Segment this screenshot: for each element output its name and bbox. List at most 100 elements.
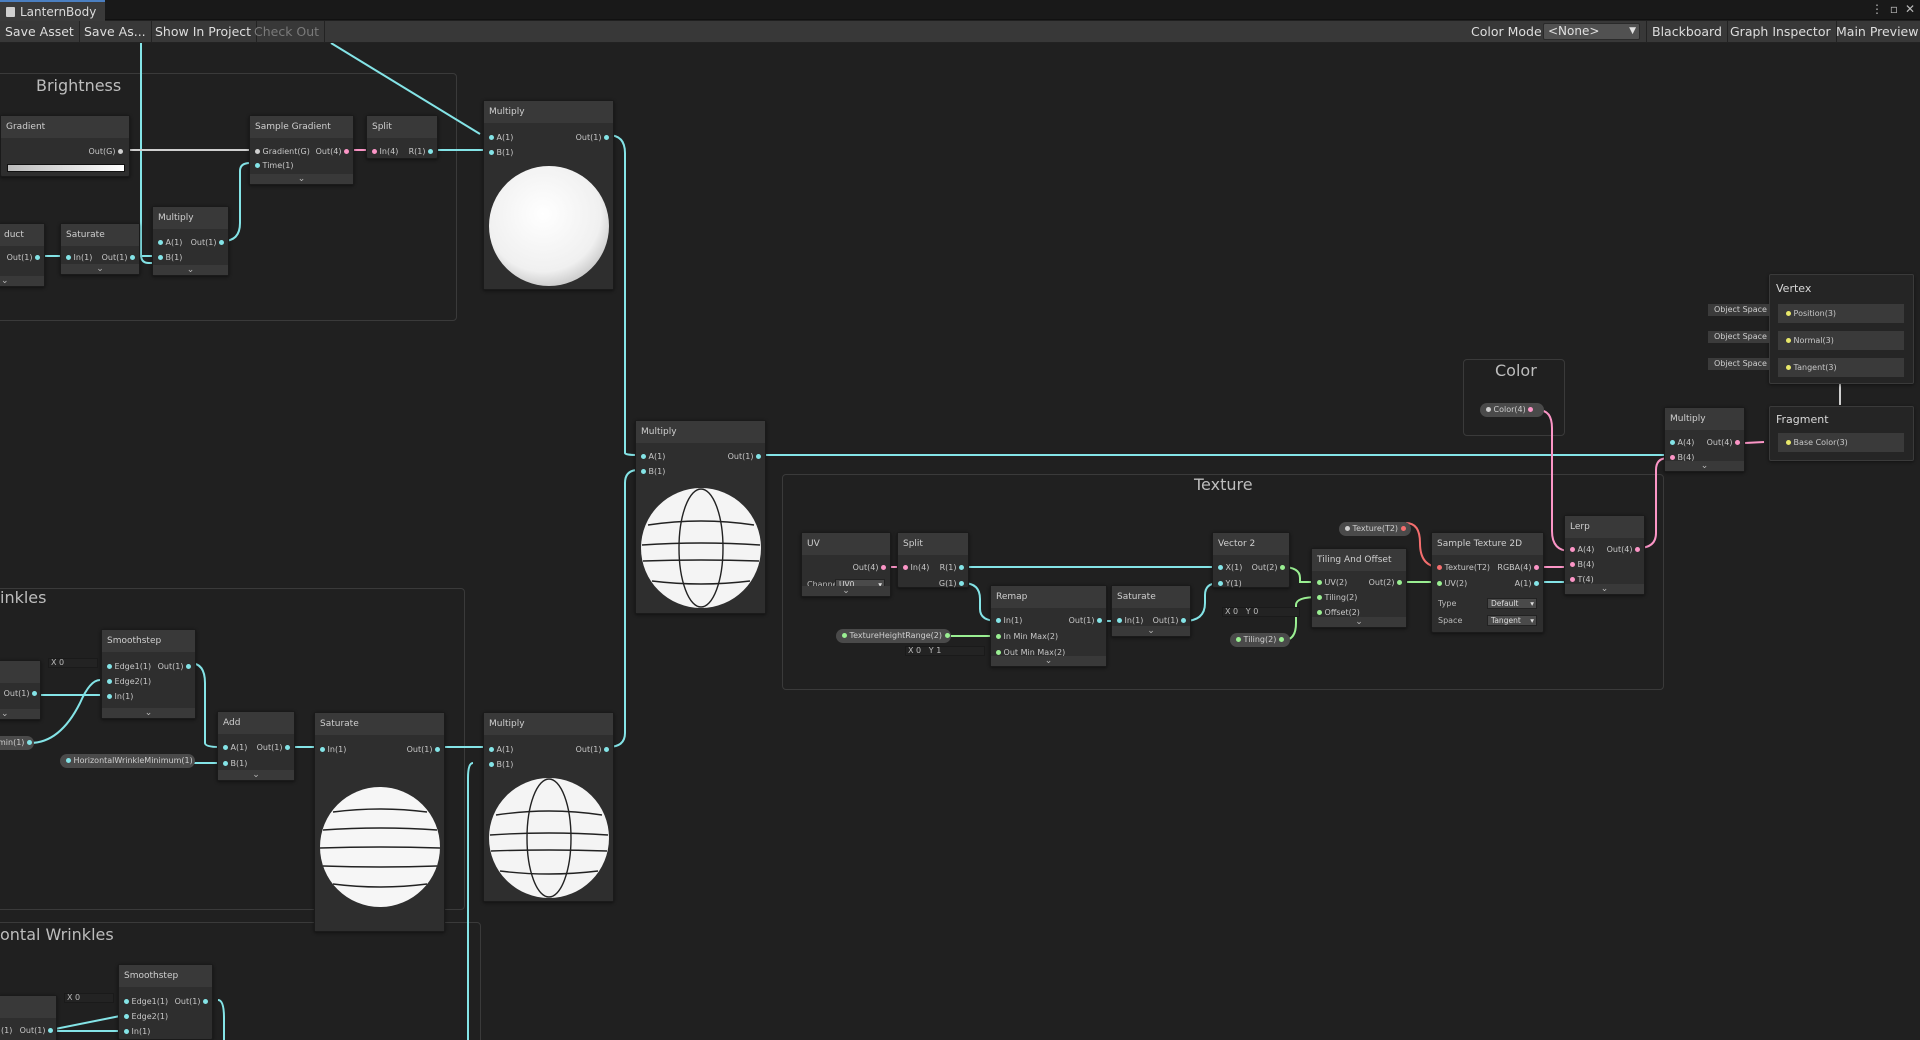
port-in[interactable]: In(4): [903, 563, 929, 572]
node-sample-texture-2d[interactable]: Sample Texture 2D Texture(T2) UV(2) RGBA…: [1431, 532, 1544, 633]
port-out[interactable]: Out(4): [1607, 545, 1640, 554]
expand-chevron-icon[interactable]: ⌄: [61, 264, 139, 274]
window-tab[interactable]: LanternBody: [0, 0, 105, 21]
property-texture-height-range[interactable]: TextureHeightRange(2): [836, 629, 951, 643]
expand-chevron-icon[interactable]: ⌄: [991, 656, 1106, 666]
close-icon[interactable]: ✕: [1902, 2, 1918, 16]
port-in[interactable]: In(1): [996, 616, 1022, 625]
property-color[interactable]: Color(4): [1480, 403, 1544, 417]
graph-inspector-button[interactable]: Graph Inspector: [1725, 21, 1837, 43]
edge1-x-field[interactable]: X 0: [64, 993, 114, 1003]
port-out[interactable]: Out(1): [576, 745, 609, 754]
port-out[interactable]: Out(1): [102, 253, 135, 262]
node-saturate-top[interactable]: Saturate In(1) Out(1) ⌄: [60, 223, 140, 275]
port-out[interactable]: Out(1): [728, 452, 761, 461]
property-horizontal-wrinkle-min[interactable]: HorizontalWrinkleMinimum(1): [60, 754, 195, 768]
port-in-x[interactable]: X(1): [1218, 563, 1242, 572]
port-in-t[interactable]: T(4): [1570, 575, 1594, 584]
port-in-b[interactable]: B(1): [158, 253, 182, 262]
node-tiling-offset[interactable]: Tiling And Offset UV(2) Tiling(2) Offset…: [1311, 548, 1407, 628]
port-in-b[interactable]: B(1): [489, 148, 513, 157]
port-out[interactable]: Out(1): [1069, 616, 1102, 625]
expand-chevron-icon[interactable]: ⌄: [153, 265, 228, 275]
port-in-b[interactable]: B(1): [641, 467, 665, 476]
expand-chevron-icon[interactable]: ⌄: [0, 276, 44, 286]
edge1-x-field[interactable]: X 0: [48, 658, 98, 668]
node-dot-product[interactable]: duct Out(1) ⌄: [0, 223, 45, 287]
node-uv[interactable]: UV Out(4) Channel UV0 ▾ ⌄: [801, 532, 891, 597]
expand-chevron-icon[interactable]: ⌄: [0, 709, 40, 719]
expand-chevron-icon[interactable]: ⌄: [250, 174, 353, 184]
vector2-y-fields[interactable]: X 0 Y 0: [1222, 607, 1300, 617]
port-in-time[interactable]: Time(1): [255, 161, 293, 170]
port-out-g[interactable]: G(1): [939, 579, 964, 588]
node-add[interactable]: Add A(1) B(1) Out(1) ⌄: [217, 711, 295, 781]
node-left-w[interactable]: Out(1) ⌄: [0, 660, 41, 720]
node-smoothstep-1[interactable]: Smoothstep Edge1(1) Edge2(1) In(1) Out(1…: [101, 629, 196, 719]
maximize-icon[interactable]: ▫: [1886, 2, 1902, 16]
node-smoothstep-2[interactable]: Smoothstep Edge1(1) Edge2(1) In(1) Out(1…: [118, 964, 213, 1040]
port-out[interactable]: Out(G): [89, 147, 123, 156]
port-out[interactable]: Out(1): [576, 133, 609, 142]
port-in-tiling[interactable]: Tiling(2): [1317, 593, 1357, 602]
port-in-b[interactable]: B(4): [1570, 560, 1594, 569]
expand-chevron-icon[interactable]: ⌄: [102, 708, 195, 718]
save-as-button[interactable]: Save As...: [79, 21, 152, 43]
node-split-top[interactable]: Split In(4) R(1): [366, 115, 438, 159]
expand-chevron-icon[interactable]: ⌄: [1312, 617, 1406, 627]
port-in-a[interactable]: A(1): [489, 133, 513, 142]
port-in-offset[interactable]: Offset(2): [1317, 608, 1360, 617]
port-in-a[interactable]: A(4): [1570, 545, 1594, 554]
node-left-h[interactable]: (1) Out(1): [0, 995, 57, 1040]
kebab-menu-icon[interactable]: ⋮: [1869, 2, 1885, 16]
show-in-project-button[interactable]: Show In Project: [150, 21, 258, 43]
port-in-gradient[interactable]: Gradient(G): [255, 147, 310, 156]
main-preview-button[interactable]: Main Preview: [1831, 21, 1920, 43]
port-in-texture[interactable]: Texture(T2): [1437, 563, 1490, 572]
port-out[interactable]: Out(2): [1369, 578, 1402, 587]
port-in-y[interactable]: Y(1): [1218, 579, 1242, 588]
object-space-chip-normal[interactable]: Object Space: [1708, 331, 1770, 343]
fragment-base-color-block[interactable]: Base Color(3): [1778, 433, 1904, 452]
vertex-normal-block[interactable]: Normal(3): [1778, 331, 1904, 350]
node-multiply-mid[interactable]: Multiply A(1) B(1) Out(1): [635, 420, 766, 614]
port-out[interactable]: Out(4): [853, 563, 886, 572]
node-sample-gradient[interactable]: Sample Gradient Gradient(G) Time(1) Out(…: [249, 115, 354, 185]
port-in[interactable]: In(1): [320, 745, 346, 754]
port-in[interactable]: In(1): [124, 1027, 150, 1036]
gradient-swatch[interactable]: [7, 164, 125, 172]
port-out[interactable]: Out(2): [1252, 563, 1285, 572]
property-pill-left[interactable]: min(1): [0, 736, 34, 750]
port-in[interactable]: In(1): [1117, 616, 1143, 625]
port-in[interactable]: In(1): [107, 692, 133, 701]
node-multiply-bottom[interactable]: Multiply A(1) B(1) Out(1): [483, 712, 614, 902]
port-out[interactable]: Out(1): [20, 1026, 53, 1035]
node-remap[interactable]: Remap In(1) In Min Max(2) Out Min Max(2)…: [990, 585, 1107, 667]
port-in[interactable]: In(4): [372, 147, 398, 156]
node-multiply-small[interactable]: Multiply A(1) B(1) Out(1) ⌄: [152, 206, 229, 276]
port-out[interactable]: Out(1): [191, 238, 224, 247]
space-select[interactable]: Tangent ▾: [1487, 615, 1537, 626]
graph-canvas[interactable]: Brightness inkles ontal Wrinkles Texture…: [0, 43, 1920, 1040]
vertex-tangent-block[interactable]: Tangent(3): [1778, 358, 1904, 377]
property-tiling[interactable]: Tiling(2): [1230, 633, 1290, 647]
port-in[interactable]: (1): [1, 1026, 12, 1035]
save-asset-button[interactable]: Save Asset: [0, 21, 80, 43]
port-in-edge2[interactable]: Edge2(1): [124, 1012, 168, 1021]
expand-chevron-icon[interactable]: ⌄: [1112, 626, 1190, 636]
port-out[interactable]: Out(1): [175, 997, 208, 1006]
port-out[interactable]: Out(1): [7, 253, 40, 262]
node-split-tex[interactable]: Split In(4) R(1) G(1): [897, 532, 969, 588]
type-select[interactable]: Default ▾: [1487, 598, 1537, 609]
port-in-a[interactable]: A(1): [158, 238, 182, 247]
vertex-position-block[interactable]: Position(3): [1778, 304, 1904, 323]
port-out-r[interactable]: R(1): [409, 147, 433, 156]
port-in-edge1[interactable]: Edge1(1): [107, 662, 151, 671]
port-out-a[interactable]: A(1): [1515, 579, 1539, 588]
node-multiply-top[interactable]: Multiply A(1) B(1) Out(1): [483, 100, 614, 290]
port-in-b[interactable]: B(1): [489, 760, 513, 769]
node-saturate-w[interactable]: Saturate In(1) Out(1): [314, 712, 445, 932]
port-in-a[interactable]: A(4): [1670, 438, 1694, 447]
expand-chevron-icon[interactable]: ⌄: [1665, 461, 1744, 471]
property-texture[interactable]: Texture(T2): [1339, 522, 1411, 536]
